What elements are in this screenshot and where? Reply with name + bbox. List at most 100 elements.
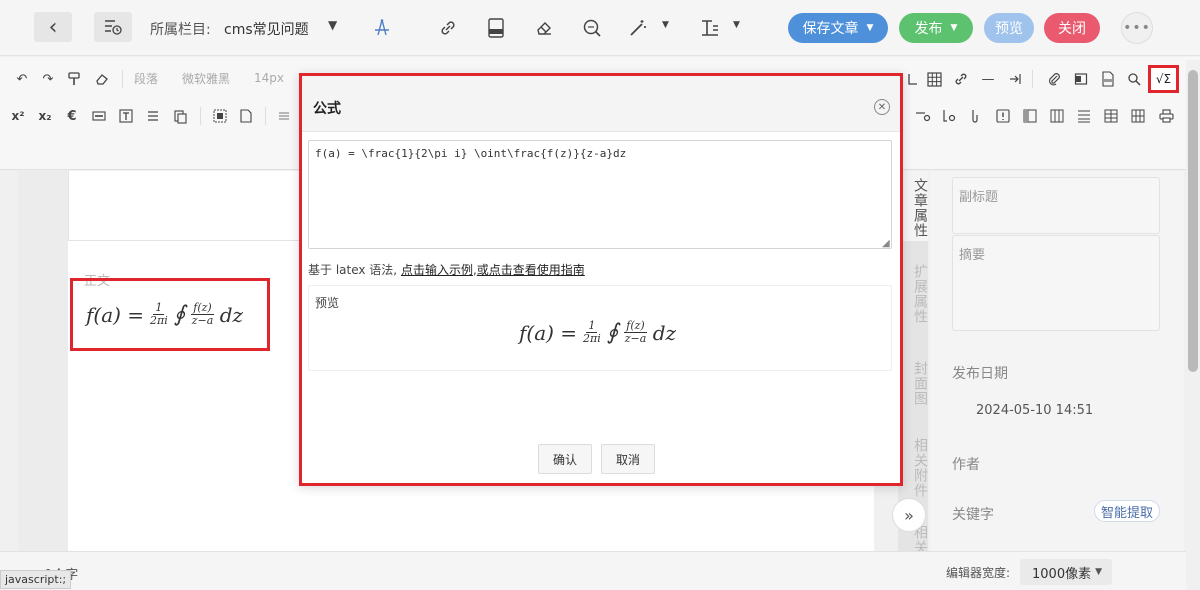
search-icon[interactable] [580,16,604,40]
formula-dialog: 公式 ✕ ◢ 基于 latex 语法, 点击输入示例,或点击查看使用指南 预览 … [299,73,903,486]
shape-icon[interactable] [913,106,933,126]
fraction-denominator: z−a [624,332,647,346]
formula-preview-render: f(a) = 1 2πi ∮ f(z) z−a dz [519,319,676,346]
top-bar: ‹ 所属栏目: cms常见问题 ▼ ▼ ▼ 保存文章 ▼ 发布 ▼ 预览 关闭 ••… [0,0,1200,56]
latex-input[interactable] [308,140,892,249]
back-button[interactable]: ‹ [34,12,72,42]
col-before-icon[interactable] [1020,106,1040,126]
toolbar-divider [122,70,123,88]
publish-label: 发布 [914,21,943,37]
fraction-denominator: z−a [191,314,214,327]
excel-icon[interactable] [1071,69,1091,89]
input-field-icon[interactable] [89,106,109,126]
resize-handle-icon[interactable]: ◢ [882,238,890,249]
special-char-icon[interactable]: € [62,106,82,126]
more-options-button[interactable]: ••• [1121,12,1153,44]
paragraph-select[interactable]: 段落 [134,68,158,88]
fraction-denominator: 2πi [583,332,601,346]
formula-button[interactable]: √Σ [1148,65,1179,93]
blank-page-icon[interactable] [236,106,256,126]
superscript-icon[interactable]: x² [8,106,28,126]
pdf-icon[interactable] [1098,69,1118,89]
textbox-icon[interactable] [116,106,136,126]
search-replace-icon[interactable] [1124,69,1144,89]
confirm-button[interactable]: 确认 [538,444,592,474]
close-label: 关闭 [1058,21,1086,37]
publish-date-value[interactable]: 2024-05-10 14:51 [976,403,1093,418]
formula-preview-box: 预览 f(a) = 1 2πi ∮ f(z) z−a dz [308,285,892,371]
dialog-header: 公式 ✕ [302,76,900,132]
editor-width-select[interactable]: 1000像素 ▼ [1020,559,1112,585]
cancel-button[interactable]: 取消 [601,444,655,474]
caret-down-icon: ▼ [1095,567,1102,577]
image-icon[interactable] [903,69,923,89]
subtitle-input[interactable]: 副标题 [952,177,1160,234]
caret-down-icon[interactable]: ▼ [328,18,337,32]
link-icon[interactable] [436,16,460,40]
ai-icon[interactable] [370,16,394,40]
eraser-icon[interactable] [532,16,556,40]
formula-render: f(a) = 1 2πi ∮ f(z) z−a dz [86,301,243,327]
save-article-button[interactable]: 保存文章 ▼ [788,13,888,43]
publish-date-label: 发布日期 [952,366,1008,382]
info-box-icon[interactable] [993,106,1013,126]
column-value[interactable]: cms常见问题 [224,19,309,39]
merge-cells-icon[interactable] [1101,106,1121,126]
caret-down-icon: ▼ [950,23,958,33]
font-size-select[interactable]: 14px [254,68,284,88]
summary-textarea[interactable]: 摘要 [952,235,1160,331]
redo-icon[interactable]: ↷ [38,69,58,89]
body-formula[interactable]: f(a) = 1 2πi ∮ f(z) z−a dz [70,278,270,351]
col-after-icon[interactable] [1047,106,1067,126]
preview-label: 预览 [995,21,1023,37]
history-button[interactable] [94,12,132,42]
font-select[interactable]: 微软雅黑 [182,68,230,88]
contour-integral-symbol: ∮ [606,320,619,346]
contour-integral-symbol: ∮ [173,302,186,327]
anchor-icon[interactable] [1005,69,1025,89]
dialog-close-button[interactable]: ✕ [874,99,890,115]
text-direction-icon[interactable] [939,106,959,126]
formula-fraction: 1 2πi [150,301,168,327]
insert-example-link[interactable]: 点击输入示例 [401,263,473,277]
formula-fraction: f(z) z−a [624,319,647,346]
scrollbar-thumb[interactable] [1188,70,1198,372]
magic-wand-icon[interactable] [626,16,650,40]
insert-char-icon[interactable] [966,106,986,126]
preview-button[interactable]: 预览 [984,13,1034,43]
subscript-icon[interactable]: x₂ [35,106,55,126]
link-tooltip: javascript:; [0,570,72,589]
format-painter-icon[interactable] [64,69,84,89]
editor-width-value: 1000像素 [1032,566,1092,582]
table-icon[interactable] [924,69,944,89]
print-icon[interactable] [1156,106,1176,126]
attachment-icon[interactable] [1044,69,1064,89]
link-icon[interactable] [951,69,971,89]
toolbar-divider [200,107,201,125]
close-button[interactable]: 关闭 [1044,13,1100,43]
dialog-title: 公式 [313,101,341,117]
collapse-panel-button[interactable]: » [892,498,926,532]
usage-guide-link[interactable]: 或点击查看使用指南 [477,263,585,277]
caret-down-icon[interactable]: ▼ [662,20,669,30]
row-insert-icon[interactable] [1074,106,1094,126]
line-height-icon[interactable] [274,106,294,126]
close-icon: ✕ [877,101,887,113]
undo-icon[interactable]: ↶ [12,69,32,89]
smart-extract-button[interactable]: 智能提取 [1094,500,1160,522]
list-icon[interactable] [143,106,163,126]
formula-icon: √Σ [1155,72,1172,86]
doc-import-icon[interactable] [484,16,508,40]
publish-button[interactable]: 发布 ▼ [899,13,973,43]
formula-fraction: 1 2πi [583,319,601,346]
select-all-icon[interactable] [210,106,230,126]
column-label: 所属栏目: [150,22,211,38]
clear-format-icon[interactable] [92,69,112,89]
horizontal-rule-icon[interactable]: — [978,69,998,89]
history-icon [105,20,122,35]
split-cells-icon[interactable] [1128,106,1148,126]
caret-down-icon[interactable]: ▼ [733,20,740,30]
text-format-icon[interactable] [698,16,722,40]
hint-text: 基于 latex 语法, [308,263,398,277]
paste-icon[interactable] [170,106,190,126]
